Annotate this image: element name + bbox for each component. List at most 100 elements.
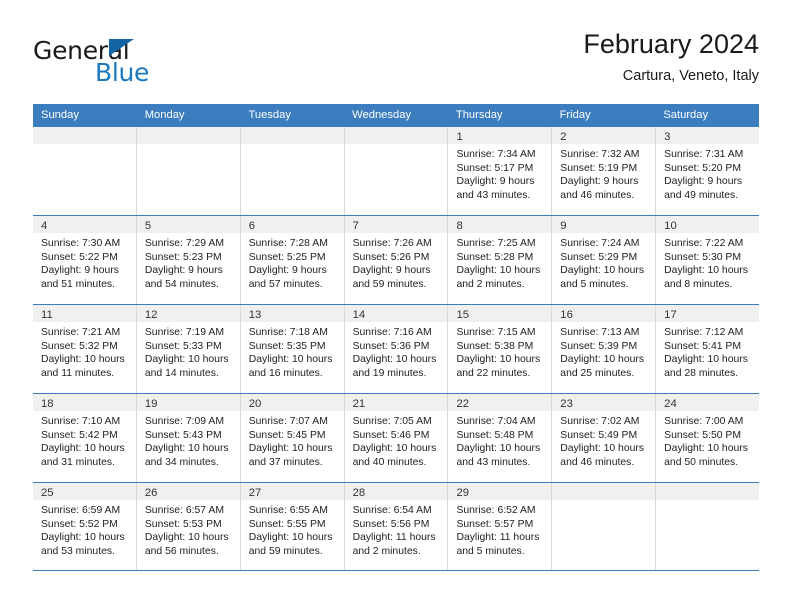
sunrise-text: Sunrise: 7:00 AM	[664, 416, 744, 427]
sunset-text: Sunset: 5:30 PM	[664, 251, 741, 263]
day-cell[interactable]: 11 Sunrise: 7:21 AM Sunset: 5:32 PM Dayligh…	[33, 305, 137, 393]
daylight-text-cont: and 31 minutes.	[41, 456, 115, 468]
daylight-text: Daylight: 10 hours	[248, 532, 333, 544]
calendar-page: General Blue February 2024 Cartura, Vene…	[0, 0, 792, 612]
day-cell[interactable]: 1 Sunrise: 7:34 AM Sunset: 5:17 PM Daylight…	[448, 127, 553, 215]
sunset-text: Sunset: 5:56 PM	[352, 518, 430, 530]
day-number: 22	[456, 398, 470, 410]
daylight-text-cont: and 53 minutes.	[41, 545, 115, 557]
daylight-text-cont: and 49 minutes.	[664, 189, 739, 201]
daylight-text-cont: and 37 minutes.	[248, 456, 323, 468]
day-cell[interactable]: 25 Sunrise: 6:59 AM Sunset: 5:52 PM Dayligh…	[33, 483, 137, 570]
daylight-text: Daylight: 10 hours	[41, 443, 125, 455]
week-row: 4 Sunrise: 7:30 AM Sunset: 5:22 PM Daylight…	[33, 215, 760, 304]
sunrise-text: Sunrise: 6:55 AM	[248, 505, 328, 516]
day-number: 4	[41, 220, 48, 232]
day-cell[interactable]: 29 Sunrise: 6:52 AM Sunset: 5:57 PM Dayligh…	[448, 483, 553, 570]
daylight-text: Daylight: 10 hours	[560, 443, 645, 455]
day-cell[interactable]: 17 Sunrise: 7:12 AM Sunset: 5:41 PM Dayligh…	[656, 305, 760, 393]
day-number: 25	[41, 487, 54, 499]
daylight-text: Daylight: 10 hours	[664, 443, 748, 455]
day-number-band: 1	[448, 127, 552, 144]
day-cell[interactable]: 15 Sunrise: 7:15 AM Sunset: 5:38 PM Dayligh…	[448, 305, 553, 393]
day-number: 5	[144, 220, 152, 232]
daylight-text-cont: and 19 minutes.	[352, 367, 427, 379]
day-cell-body: Sunrise: 7:09 AM Sunset: 5:43 PM Daylight:…	[137, 411, 240, 469]
day-cell[interactable]: 16 Sunrise: 7:13 AM Sunset: 5:39 PM Dayligh…	[552, 305, 657, 393]
day-cell-body: Sunrise: 7:24 AM Sunset: 5:29 PM Daylight:…	[552, 233, 655, 291]
sunrise-text: Sunrise: 6:54 AM	[352, 505, 432, 516]
day-cell[interactable]: 21 Sunrise: 7:05 AM Sunset: 5:46 PM Dayligh…	[344, 394, 449, 482]
day-number-band: 3	[656, 127, 760, 144]
day-cell-body: Sunrise: 7:15 AM Sunset: 5:38 PM Daylight:…	[448, 322, 551, 380]
sunset-text: Sunset: 5:22 PM	[41, 251, 118, 263]
day-cell[interactable]: 18 Sunrise: 7:10 AM Sunset: 5:42 PM Dayligh…	[33, 394, 137, 482]
sunset-text: Sunset: 5:20 PM	[664, 162, 741, 174]
day-cell[interactable]: 8 Sunrise: 7:25 AM Sunset: 5:28 PM Daylight…	[448, 216, 553, 304]
calendar-grid: Sunday Monday Tuesday Wednesday Thursday…	[33, 104, 760, 571]
daylight-text: Daylight: 10 hours	[144, 354, 229, 366]
sunrise-text: Sunrise: 6:57 AM	[144, 505, 224, 516]
day-number: 21	[352, 398, 366, 410]
sunrise-text: Sunrise: 6:52 AM	[456, 505, 536, 516]
day-cell[interactable]: 22 Sunrise: 7:04 AM Sunset: 5:48 PM Dayligh…	[448, 394, 553, 482]
day-cell[interactable]: 14 Sunrise: 7:16 AM Sunset: 5:36 PM Dayligh…	[344, 305, 449, 393]
day-cell[interactable]: 20 Sunrise: 7:07 AM Sunset: 5:45 PM Dayligh…	[240, 394, 345, 482]
sunset-text: Sunset: 5:43 PM	[144, 429, 222, 441]
sunset-text: Sunset: 5:35 PM	[248, 340, 326, 352]
day-number-band: 21	[344, 394, 448, 411]
day-number: 20	[248, 398, 262, 410]
day-cell[interactable]: 28 Sunrise: 6:54 AM Sunset: 5:56 PM Dayligh…	[344, 483, 449, 570]
daylight-text-cont: and 2 minutes.	[352, 545, 421, 557]
day-cell-empty	[240, 127, 345, 215]
sunrise-text: Sunrise: 7:34 AM	[456, 149, 536, 160]
sunrise-text: Sunrise: 7:29 AM	[144, 238, 224, 249]
day-cell[interactable]: 10 Sunrise: 7:22 AM Sunset: 5:30 PM Dayligh…	[656, 216, 760, 304]
day-number-band: 16	[552, 305, 656, 322]
daylight-text-cont: and 57 minutes.	[248, 278, 323, 290]
daylight-text-cont: and 59 minutes.	[352, 278, 427, 290]
day-cell[interactable]: 3 Sunrise: 7:31 AM Sunset: 5:20 PM Daylight…	[656, 127, 760, 215]
daylight-text-cont: and 51 minutes.	[41, 278, 115, 290]
day-cell[interactable]: 4 Sunrise: 7:30 AM Sunset: 5:22 PM Daylight…	[33, 216, 137, 304]
day-number-band: 14	[344, 305, 448, 322]
day-number-band: 9	[552, 216, 656, 233]
sunrise-text: Sunrise: 7:28 AM	[248, 238, 328, 249]
page-title: February 2024	[583, 29, 759, 59]
day-number-band: 5	[136, 216, 240, 233]
page-header: General Blue February 2024 Cartura, Vene…	[33, 28, 759, 94]
daylight-text: Daylight: 10 hours	[352, 443, 437, 455]
day-number-band: 22	[448, 394, 552, 411]
weekday-header-wednesday: Wednesday	[352, 109, 412, 121]
day-cell[interactable]: 6 Sunrise: 7:28 AM Sunset: 5:25 PM Daylight…	[240, 216, 345, 304]
day-cell-body: Sunrise: 7:13 AM Sunset: 5:39 PM Daylight:…	[552, 322, 655, 380]
day-cell[interactable]: 27 Sunrise: 6:55 AM Sunset: 5:55 PM Dayligh…	[240, 483, 345, 570]
sunrise-text: Sunrise: 7:10 AM	[41, 416, 121, 427]
day-cell-empty	[136, 127, 241, 215]
day-cell[interactable]: 5 Sunrise: 7:29 AM Sunset: 5:23 PM Daylight…	[136, 216, 241, 304]
general-blue-logo[interactable]: General Blue	[33, 36, 233, 92]
day-cell[interactable]: 19 Sunrise: 7:09 AM Sunset: 5:43 PM Dayligh…	[136, 394, 241, 482]
day-cell[interactable]: 7 Sunrise: 7:26 AM Sunset: 5:26 PM Daylight…	[344, 216, 449, 304]
day-cell-body: Sunrise: 6:52 AM Sunset: 5:57 PM Daylight:…	[448, 500, 551, 558]
daylight-text: Daylight: 9 hours	[456, 176, 535, 188]
sunrise-text: Sunrise: 7:26 AM	[352, 238, 432, 249]
sunset-text: Sunset: 5:26 PM	[352, 251, 430, 263]
sunrise-text: Sunrise: 7:30 AM	[41, 238, 121, 249]
day-number-band: 23	[552, 394, 656, 411]
day-cell[interactable]: 26 Sunrise: 6:57 AM Sunset: 5:53 PM Dayligh…	[136, 483, 241, 570]
day-cell[interactable]: 23 Sunrise: 7:02 AM Sunset: 5:49 PM Dayligh…	[552, 394, 657, 482]
day-cell[interactable]: 12 Sunrise: 7:19 AM Sunset: 5:33 PM Dayligh…	[136, 305, 241, 393]
daylight-text: Daylight: 11 hours	[352, 532, 436, 544]
day-cell[interactable]: 9 Sunrise: 7:24 AM Sunset: 5:29 PM Daylight…	[552, 216, 657, 304]
daylight-text-cont: and 50 minutes.	[664, 456, 739, 468]
day-cell-body: Sunrise: 6:59 AM Sunset: 5:52 PM Daylight:…	[33, 500, 136, 558]
day-cell[interactable]: 2 Sunrise: 7:32 AM Sunset: 5:19 PM Daylight…	[552, 127, 657, 215]
day-cell[interactable]: 13 Sunrise: 7:18 AM Sunset: 5:35 PM Dayligh…	[240, 305, 345, 393]
day-cell-body	[241, 144, 344, 148]
day-cell[interactable]: 24 Sunrise: 7:00 AM Sunset: 5:50 PM Dayligh…	[656, 394, 760, 482]
sunrise-text: Sunrise: 7:02 AM	[560, 416, 640, 427]
weekday-header-friday: Friday	[559, 109, 591, 121]
daylight-text-cont: and 5 minutes.	[560, 278, 629, 290]
daylight-text: Daylight: 10 hours	[144, 532, 229, 544]
